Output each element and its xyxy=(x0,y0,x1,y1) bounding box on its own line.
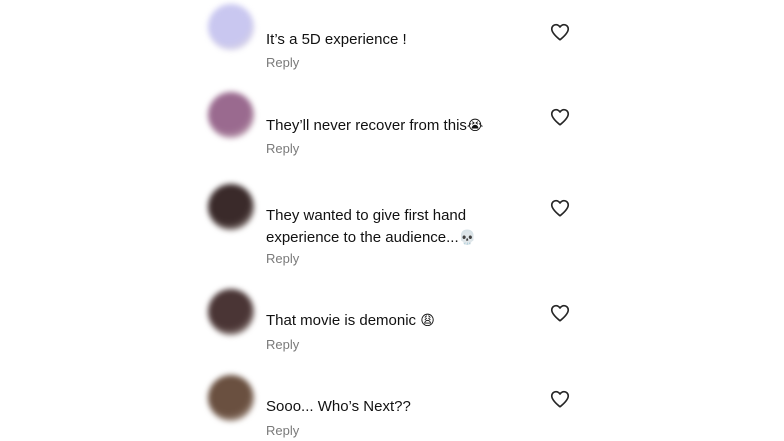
comment-feed: It’s a 5D experience ! Reply They’ll nev… xyxy=(0,0,784,441)
comment-body: They’ll never recover from this xyxy=(266,117,467,134)
avatar[interactable] xyxy=(208,289,254,335)
avatar[interactable] xyxy=(208,184,254,230)
reply-button[interactable]: Reply xyxy=(266,141,299,156)
comment-body: It’s a 5D experience ! xyxy=(266,31,407,48)
comment-text: They wanted to give first hand experienc… xyxy=(266,205,536,249)
comment-meta xyxy=(266,8,274,18)
comment-body: That movie is demonic xyxy=(266,312,417,329)
reply-button[interactable]: Reply xyxy=(266,423,299,438)
heart-outline-icon[interactable] xyxy=(549,302,571,324)
heart-outline-icon[interactable] xyxy=(549,106,571,128)
comment-meta xyxy=(266,377,274,387)
comment-meta xyxy=(266,291,274,301)
comment-meta xyxy=(266,186,274,196)
heart-outline-icon[interactable] xyxy=(549,197,571,219)
avatar[interactable] xyxy=(208,92,254,138)
heart-outline-icon[interactable] xyxy=(549,388,571,410)
avatar[interactable] xyxy=(208,375,254,421)
comment-text: Sooo... Who’s Next?? xyxy=(266,396,536,418)
comment-body: They wanted to give first hand experienc… xyxy=(266,207,467,246)
comment-text: They’ll never recover from this😭 xyxy=(266,115,536,137)
avatar[interactable] xyxy=(208,4,254,50)
comment-text: That movie is demonic 😩 xyxy=(266,310,536,332)
comment-body: Sooo... Who’s Next?? xyxy=(266,398,411,415)
comment-text: It’s a 5D experience ! xyxy=(266,29,536,51)
reply-button[interactable]: Reply xyxy=(266,251,299,266)
comment-emoji: 💀 xyxy=(458,230,477,246)
comment-emoji: 😭 xyxy=(466,118,484,134)
comment-emoji: 😩 xyxy=(420,313,435,329)
heart-outline-icon[interactable] xyxy=(549,21,571,43)
reply-button[interactable]: Reply xyxy=(266,337,299,352)
reply-button[interactable]: Reply xyxy=(266,55,299,70)
comment-meta xyxy=(266,95,274,105)
